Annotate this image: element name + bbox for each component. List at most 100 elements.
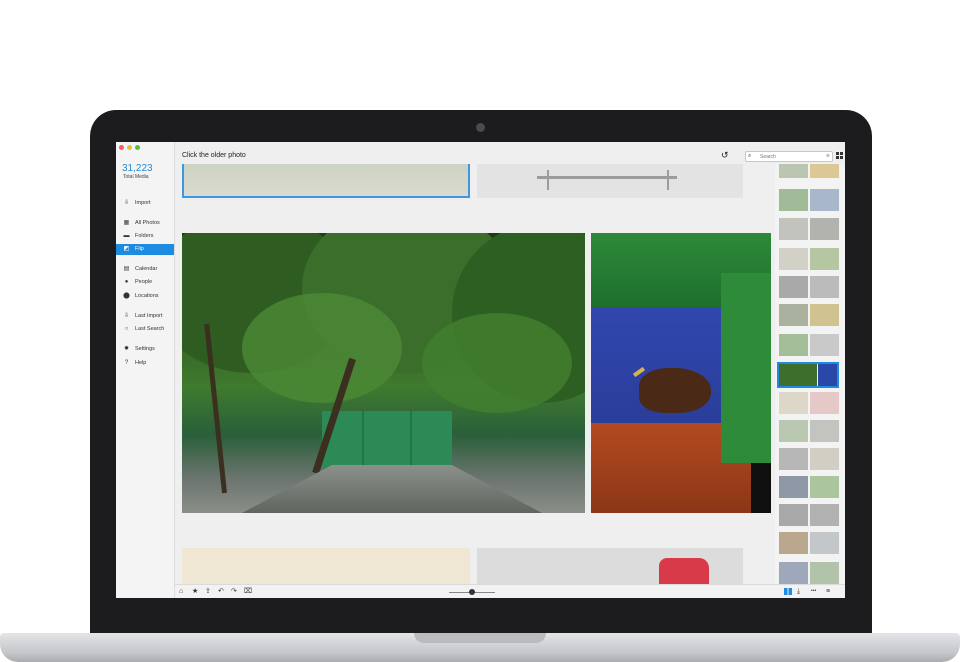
filmstrip-thumbnail[interactable] [810, 304, 839, 326]
import-icon: ⇩ [123, 200, 130, 206]
previous-pair-photo-left[interactable] [182, 164, 470, 198]
more-icon[interactable]: ••• [811, 587, 816, 596]
filmstrip-thumbnail[interactable] [779, 189, 808, 211]
filmstrip-thumbnail[interactable] [779, 532, 808, 554]
sidebar-item-label: Flip [135, 246, 144, 252]
total-media-label: Total Media [123, 174, 149, 180]
help-icon: ? [124, 360, 129, 366]
person-icon: ● [124, 279, 129, 285]
toolbar: Click the older photo ↺ ⌕ ⊗ [175, 142, 845, 164]
share-icon[interactable]: ⇪ [205, 587, 211, 596]
sidebar-item-label: Help [135, 360, 147, 366]
sidebar-item-label: People [135, 279, 153, 285]
clear-search-icon[interactable]: ⊗ [826, 152, 830, 161]
export-icon[interactable]: ⤓ [797, 587, 800, 596]
sidebar-item-label: Calendar [135, 266, 158, 272]
sidebar-item-label: Locations [135, 293, 159, 299]
filmstrip-thumbnail[interactable] [779, 164, 808, 178]
search-field[interactable]: ⌕ ⊗ [745, 151, 833, 162]
filmstrip-thumbnail[interactable] [810, 504, 839, 526]
filmstrip-thumbnail[interactable] [810, 248, 839, 270]
minimize-window-button[interactable] [127, 145, 132, 150]
sidebar-item-locations[interactable]: ⬤ Locations [116, 291, 174, 302]
filmstrip [775, 164, 845, 584]
filmstrip-thumbnail[interactable] [810, 562, 839, 584]
sidebar-item-label: Last Search [135, 326, 165, 332]
flip-view-icon[interactable] [784, 588, 792, 595]
filmstrip-thumbnail[interactable] [779, 248, 808, 270]
sidebar-item-label: Settings [135, 346, 155, 352]
grid-view-icon[interactable] [836, 152, 843, 159]
app-window: 31,223 Total Media ⇩ Import ▦ All Photos… [116, 142, 845, 598]
list-icon[interactable]: ≡ [826, 587, 830, 596]
gear-icon: ✹ [123, 346, 130, 352]
sidebar-item-flip[interactable]: ◩ Flip [116, 244, 174, 255]
filmstrip-thumbnail[interactable] [810, 476, 839, 498]
close-window-button[interactable] [119, 145, 124, 150]
sidebar-item-calendar[interactable]: ▤ Calendar [116, 264, 174, 275]
filmstrip-thumbnail[interactable] [810, 218, 839, 240]
green-gate [322, 411, 452, 467]
gate-bar [410, 411, 412, 467]
filmstrip-thumbnail[interactable] [779, 504, 808, 526]
filmstrip-thumbnail[interactable] [810, 420, 839, 442]
trash-icon[interactable]: ⌧ [244, 587, 252, 596]
search-input[interactable] [760, 152, 820, 161]
stone-path [242, 465, 542, 513]
home-icon[interactable]: ⌂ [179, 587, 183, 596]
sidebar-item-people[interactable]: ● People [116, 277, 174, 288]
filmstrip-thumbnail[interactable] [810, 276, 839, 298]
total-media-count: 31,223 [122, 163, 153, 174]
filmstrip-thumbnail[interactable] [779, 218, 808, 240]
clasped-hands [639, 368, 711, 413]
sidebar-item-label: All Photos [135, 220, 160, 226]
photo-option-person-scarf[interactable] [591, 233, 771, 513]
filmstrip-thumbnail[interactable] [779, 562, 808, 584]
folder-icon: ▬ [123, 233, 130, 239]
gate-bar [362, 411, 364, 467]
filmstrip-thumbnail[interactable] [779, 448, 808, 470]
sidebar: 31,223 Total Media ⇩ Import ▦ All Photos… [116, 142, 175, 598]
sidebar-item-last-import[interactable]: ⇩ Last Import [116, 311, 174, 322]
filmstrip-thumbnail[interactable] [779, 392, 808, 414]
sidebar-item-label: Import [135, 200, 151, 206]
sidebar-item-label: Last Import [135, 313, 163, 319]
sidebar-item-all-photos[interactable]: ▦ All Photos [116, 218, 174, 229]
sidebar-item-help[interactable]: ? Help [116, 358, 174, 369]
sidebar-item-settings[interactable]: ✹ Settings [116, 344, 174, 355]
previous-pair-photo-right[interactable] [477, 164, 743, 198]
zoom-slider-handle[interactable] [469, 589, 475, 595]
foliage [242, 293, 402, 403]
next-pair-photo-left[interactable] [182, 548, 470, 584]
page-title: Click the older photo [182, 152, 246, 159]
search-icon: ○ [124, 326, 129, 332]
rotate-left-icon[interactable]: ↶ [218, 587, 224, 596]
filmstrip-thumbnail[interactable] [810, 189, 839, 211]
green-scarf-drape [721, 273, 771, 463]
filmstrip-thumbnail[interactable] [779, 276, 808, 298]
filmstrip-thumbnail[interactable] [810, 532, 839, 554]
undo-icon[interactable]: ↺ [721, 150, 729, 160]
filmstrip-thumbnail[interactable] [779, 420, 808, 442]
filmstrip-thumbnail[interactable] [810, 448, 839, 470]
sidebar-item-last-search[interactable]: ○ Last Search [116, 324, 174, 335]
bench-leg [547, 170, 549, 190]
location-pin-icon: ⬤ [123, 293, 130, 299]
filmstrip-thumbnail[interactable] [779, 304, 808, 326]
filmstrip-thumbnail[interactable] [810, 334, 839, 356]
foliage [422, 313, 572, 413]
filmstrip-thumbnail[interactable] [779, 334, 808, 356]
rotate-right-icon[interactable]: ↷ [231, 587, 237, 596]
filmstrip-thumbnail[interactable] [779, 476, 808, 498]
sidebar-item-folders[interactable]: ▬ Folders [116, 231, 174, 242]
photo-option-forest-gate[interactable] [182, 233, 585, 513]
flip-comparison-area [175, 164, 775, 584]
filmstrip-thumbnail[interactable] [810, 392, 839, 414]
sidebar-item-import[interactable]: ⇩ Import [116, 198, 174, 209]
filmstrip-thumbnail[interactable] [810, 164, 839, 178]
bottom-toolbar: ⌂ ★ ⇪ ↶ ↷ ⌧ ⤓ ••• ≡ [175, 584, 845, 598]
camera-dot [476, 123, 485, 132]
star-icon[interactable]: ★ [192, 587, 198, 596]
next-pair-photo-right[interactable] [477, 548, 743, 584]
zoom-window-button[interactable] [135, 145, 140, 150]
